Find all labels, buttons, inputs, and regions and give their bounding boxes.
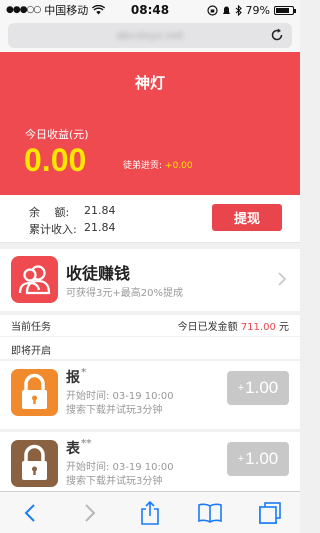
issued-amount-value: 711.00	[240, 322, 276, 333]
total-income-row: 累计收入: 21.84	[29, 221, 116, 237]
tabs-button[interactable]	[255, 498, 285, 528]
reward-plus: +	[237, 453, 245, 465]
issued-amount-summary: 今日已发金额 711.00 元	[178, 318, 289, 333]
users-icon	[11, 256, 58, 303]
battery-fill	[276, 7, 289, 13]
today-earnings-label: 今日收益(元)	[25, 128, 89, 141]
task-name-mask: **	[81, 438, 92, 449]
task-reward-button[interactable]: +1.00	[227, 442, 289, 476]
task-description: 搜索下载并试玩3分钟	[66, 405, 163, 416]
current-tasks-label: 当前任务	[11, 322, 51, 333]
reward-value: 1.00	[245, 449, 279, 468]
battery-icon	[274, 5, 296, 15]
withdraw-button[interactable]: 提现	[212, 204, 282, 231]
earnings-header: 神灯 今日收益(元) 0.00 徒弟进贡: +0.00	[0, 52, 300, 195]
book-icon	[198, 503, 222, 523]
url-text: abcdxyz.net	[116, 29, 184, 42]
balance-value: 21.84	[84, 204, 116, 217]
task-name: 表**	[66, 438, 91, 458]
status-right: 79%	[206, 3, 296, 17]
back-button[interactable]	[15, 498, 45, 528]
chevron-right-icon	[85, 503, 96, 522]
reload-icon[interactable]	[269, 27, 285, 43]
apprentice-tribute: 徒弟进贡: +0.00	[123, 158, 193, 171]
reward-plus: +	[237, 382, 245, 394]
today-earnings-value: 0.00	[24, 142, 87, 178]
browser-toolbar	[0, 491, 300, 533]
task-description: 搜索下载并试玩3分钟	[66, 476, 163, 487]
task-reward-button[interactable]: +1.00	[227, 371, 289, 405]
status-left: ●●●○○ 中国移动	[6, 2, 106, 18]
orientation-lock-icon	[206, 4, 218, 16]
chevron-left-icon	[24, 503, 35, 522]
total-income-value: 21.84	[84, 221, 116, 234]
url-field[interactable]: abcdxyz.net	[8, 23, 292, 48]
apprentice-tribute-value: +0.00	[165, 161, 193, 171]
upcoming-label: 即将开启	[0, 337, 300, 359]
task-start-time: 开始时间: 03-19 10:00	[66, 462, 174, 473]
reward-value: 1.00	[245, 378, 279, 397]
issued-amount-suffix: 元	[279, 322, 289, 333]
task-start-time: 开始时间: 03-19 10:00	[66, 391, 174, 402]
lock-icon	[11, 369, 58, 416]
browser-url-bar: abcdxyz.net	[0, 20, 300, 52]
share-icon	[141, 500, 159, 525]
balance-section: 余 额: 21.84 累计收入: 21.84 提现	[0, 195, 300, 243]
task-name: 报*	[66, 367, 86, 387]
balance-row: 余 额: 21.84	[29, 204, 116, 220]
forward-button[interactable]	[75, 498, 105, 528]
status-bar: ●●●○○ 中国移动 08:48 79%	[0, 0, 300, 20]
task-name-text: 表	[66, 441, 80, 457]
current-tasks-header: 当前任务 今日已发金额 711.00 元	[0, 315, 300, 336]
balance-label: 余 额:	[29, 206, 70, 219]
share-button[interactable]	[135, 498, 165, 528]
signal-icon: ●●●○○	[6, 5, 41, 15]
carrier-label: 中国移动	[44, 4, 89, 17]
task-name-text: 报	[66, 370, 80, 386]
total-income-label: 累计收入:	[29, 223, 77, 236]
task-item[interactable]: 报* 开始时间: 03-19 10:00 搜索下载并试玩3分钟 +1.00	[0, 361, 300, 429]
tabs-icon	[259, 501, 281, 524]
wifi-icon	[92, 5, 106, 15]
chevron-right-icon	[278, 272, 287, 286]
alarm-icon	[222, 6, 230, 14]
lock-icon	[11, 440, 58, 487]
bookmarks-button[interactable]	[195, 498, 225, 528]
battery-percent: 79%	[245, 3, 270, 17]
bluetooth-icon	[235, 4, 242, 16]
issued-amount-prefix: 今日已发金额	[177, 322, 238, 333]
task-name-mask: *	[81, 367, 87, 378]
recruit-title: 收徒赚钱	[66, 264, 131, 283]
recruit-subtitle: 可获得3元+最高20%提成	[66, 288, 183, 299]
page-title: 神灯	[134, 74, 165, 92]
apprentice-tribute-label: 徒弟进贡:	[123, 161, 163, 171]
recruit-card[interactable]: 收徒赚钱 可获得3元+最高20%提成	[0, 249, 300, 311]
task-item[interactable]: 表** 开始时间: 03-19 10:00 搜索下载并试玩3分钟 +1.00	[0, 432, 300, 500]
